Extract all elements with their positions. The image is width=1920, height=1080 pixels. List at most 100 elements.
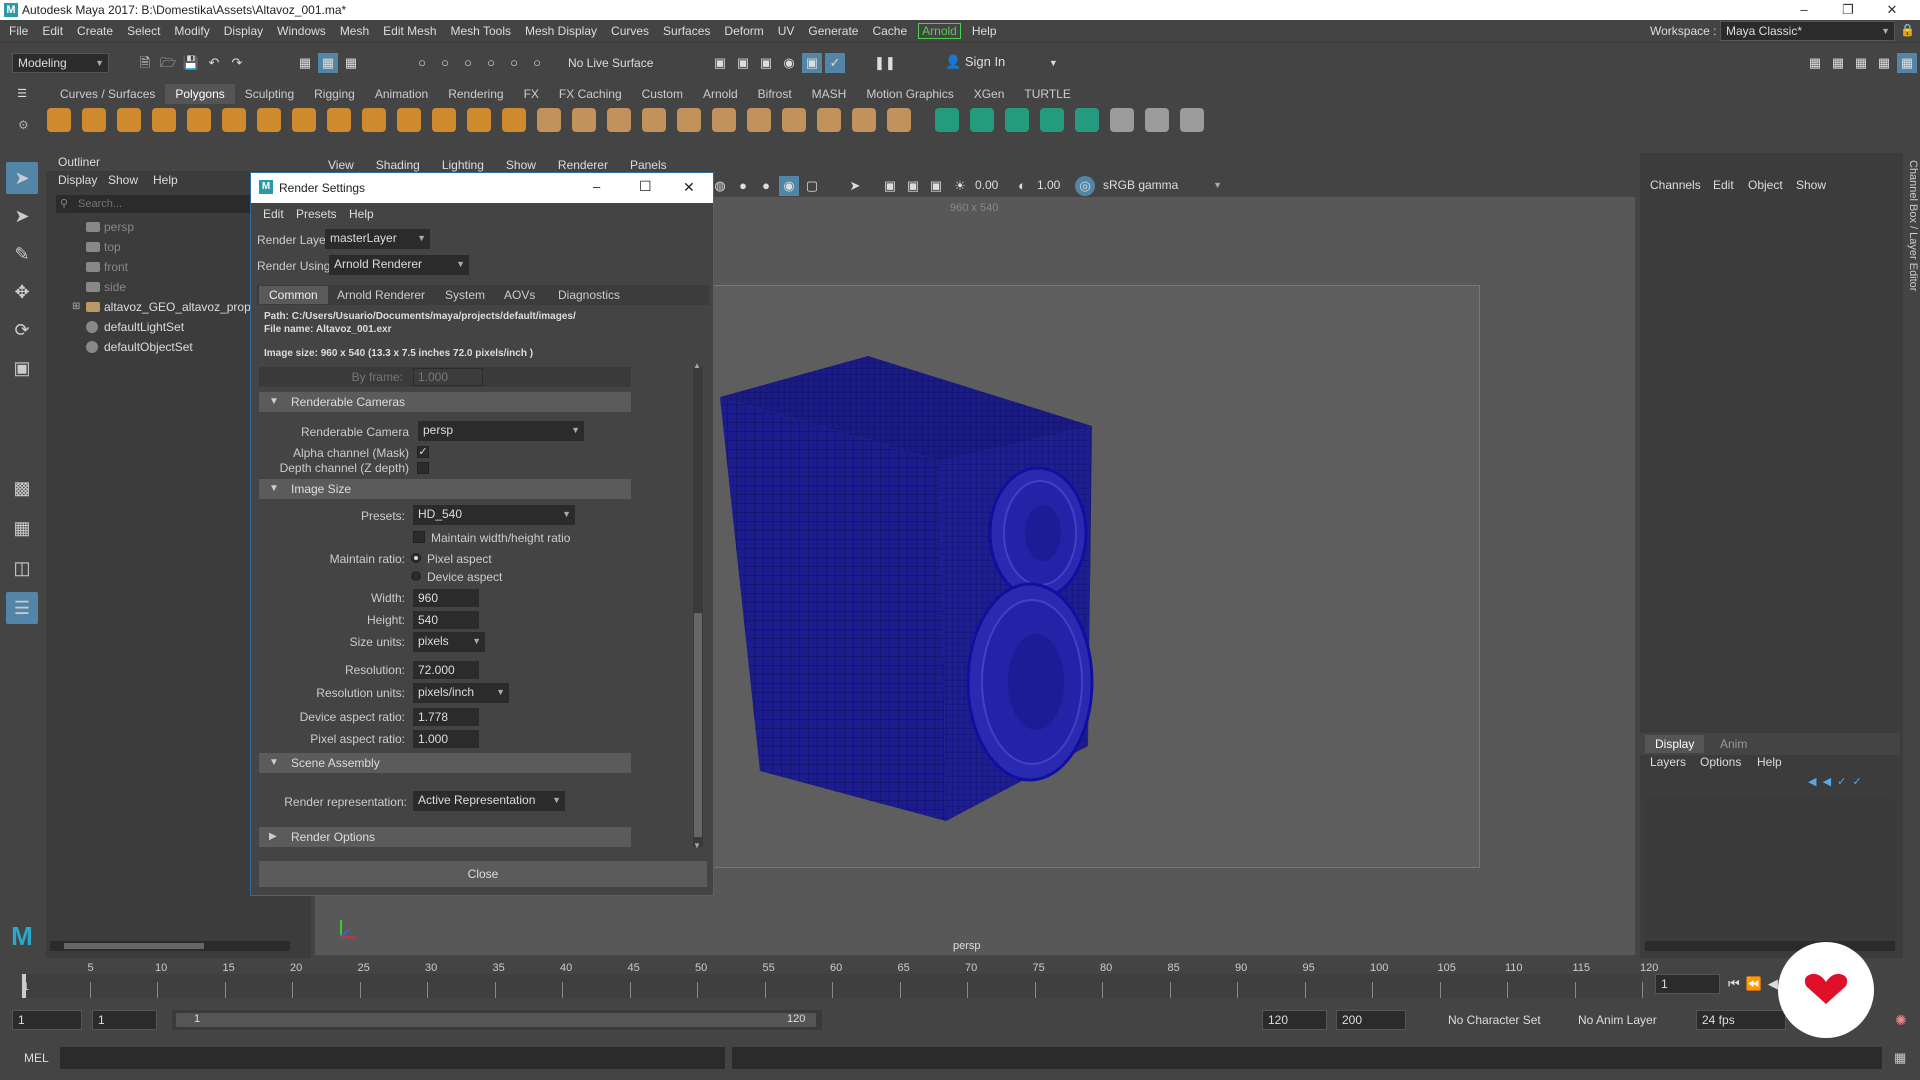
scale-tool-icon[interactable]: ▣ xyxy=(6,352,38,384)
render-settings-icon[interactable]: ◉ xyxy=(779,53,799,73)
two-view-layout-icon[interactable]: ◫ xyxy=(6,552,38,584)
shelf-tab-turtle[interactable]: TURTLE xyxy=(1014,84,1080,104)
modeling-toolkit-icon[interactable]: ▦ xyxy=(1805,53,1825,73)
shelf-tab-xgen[interactable]: XGen xyxy=(964,84,1015,104)
mode-select[interactable]: Modeling ▼ xyxy=(12,53,109,73)
menu-mesh-display[interactable]: Mesh Display xyxy=(518,20,604,42)
ipr-render-icon[interactable]: ▣ xyxy=(756,53,776,73)
fps-select[interactable]: 24 fps xyxy=(1696,1010,1786,1030)
auto-key-icon[interactable]: ✺ xyxy=(1895,1012,1907,1029)
layer-editor-icon[interactable]: ▦ xyxy=(1897,53,1917,73)
undo-icon[interactable]: ↶ xyxy=(204,53,224,73)
section-image-size[interactable]: ▼ Image Size xyxy=(259,479,631,499)
shelf-tab-fx[interactable]: FX xyxy=(514,84,549,104)
extrude-icon[interactable] xyxy=(537,108,561,132)
lasso-tool-icon[interactable]: ➤ xyxy=(6,200,38,232)
object-menu[interactable]: Object xyxy=(1748,178,1783,192)
current-frame-field[interactable]: 1 xyxy=(1655,974,1720,994)
bridge-icon[interactable] xyxy=(572,108,596,132)
anim-layer-select[interactable]: No Anim Layer xyxy=(1578,1013,1657,1027)
gate-mask-icon[interactable]: ▣ xyxy=(903,176,923,196)
snap-live-icon[interactable]: ○ xyxy=(527,53,547,73)
show-menu[interactable]: Show xyxy=(1796,178,1826,192)
poly-cone-icon[interactable] xyxy=(152,108,176,132)
poly-sphere-icon[interactable] xyxy=(47,108,71,132)
tab-aovs[interactable]: AOVs xyxy=(494,286,545,304)
menu-windows[interactable]: Windows xyxy=(270,20,333,42)
shelf-tab-polygons[interactable]: Polygons xyxy=(165,84,235,104)
section-scene-assembly[interactable]: ▼ Scene Assembly xyxy=(259,753,631,773)
command-input[interactable] xyxy=(60,1047,725,1069)
select-hierarchy-icon[interactable]: ▦ xyxy=(295,53,315,73)
mel-label[interactable]: MEL xyxy=(24,1051,49,1065)
channels-menu[interactable]: Channels xyxy=(1650,178,1701,192)
multi-cut-icon[interactable] xyxy=(677,108,701,132)
smooth-shade-icon[interactable]: ● xyxy=(733,176,753,196)
shelf-tab-curves-surfaces[interactable]: Curves / Surfaces xyxy=(50,84,165,104)
merge-icon[interactable] xyxy=(782,108,806,132)
separate-icon[interactable] xyxy=(432,108,456,132)
maintain-wh-ratio-checkbox[interactable] xyxy=(413,531,425,543)
menu-edit[interactable]: Edit xyxy=(35,20,70,42)
poly-cube-icon[interactable] xyxy=(82,108,106,132)
menu-arnold[interactable]: Arnold xyxy=(918,23,961,39)
transfer-icon[interactable] xyxy=(1180,108,1204,132)
shelf-tab-motion-graphics[interactable]: Motion Graphics xyxy=(856,84,963,104)
shelf-tab-rigging[interactable]: Rigging xyxy=(304,84,365,104)
color-management-icon[interactable]: ◎ xyxy=(1075,176,1095,196)
menu-display[interactable]: Display xyxy=(217,20,270,42)
menu-generate[interactable]: Generate xyxy=(801,20,865,42)
four-view-layout-icon[interactable]: ▦ xyxy=(6,512,38,544)
by-frame-field[interactable]: 1.000 xyxy=(413,368,483,386)
live-surface-label[interactable]: No Live Surface xyxy=(568,56,653,70)
tab-system[interactable]: System xyxy=(435,286,495,304)
options-menu[interactable]: Options xyxy=(1700,755,1741,769)
attribute-editor-icon[interactable]: ▦ xyxy=(1828,53,1848,73)
tab-common[interactable]: Common xyxy=(259,286,328,304)
layer-action-icons[interactable]: ◀ ◀ ✓ ✓ xyxy=(1808,775,1862,788)
outliner-search-input[interactable] xyxy=(56,195,256,213)
save-scene-icon[interactable]: 💾 xyxy=(181,53,201,73)
sign-in-button[interactable]: 👤 Sign In ▼ xyxy=(945,54,1058,70)
planar-uv-icon[interactable] xyxy=(1075,108,1099,132)
lock-icon[interactable]: 🔒 xyxy=(1900,23,1915,37)
select-tool-icon[interactable]: ➤ xyxy=(6,162,38,194)
restore-icon[interactable]: ❐ xyxy=(1828,1,1868,19)
render-representation-select[interactable]: Active Representation ▼ xyxy=(413,791,565,811)
workspace-select[interactable]: Maya Classic* ▼ xyxy=(1720,21,1895,41)
bevel-icon[interactable] xyxy=(607,108,631,132)
close-icon[interactable]: ✕ xyxy=(1872,1,1912,19)
quad-draw-icon[interactable] xyxy=(935,108,959,132)
time-slider[interactable]: 1 5 10 15 20 25 30 35 40 45 50 55 60 65 70 75 80 85 90 95 1… xyxy=(0,962,1920,1002)
select-object-icon[interactable]: ▦ xyxy=(318,53,338,73)
channel-box-side-tab[interactable]: Channel Box / Layer Editor xyxy=(1905,160,1919,310)
resolution-gate-icon[interactable]: ▣ xyxy=(926,176,946,196)
fill-hole-icon[interactable] xyxy=(747,108,771,132)
shelf-tab-mash[interactable]: MASH xyxy=(802,84,857,104)
color-space-select[interactable]: sRGB gamma ▼ xyxy=(1098,176,1226,196)
render-frame-icon[interactable]: ▣ xyxy=(733,53,753,73)
menu-help[interactable]: Help xyxy=(965,20,1004,42)
depth-channel-checkbox[interactable] xyxy=(417,462,429,474)
gamma-icon[interactable]: ◐ xyxy=(1012,176,1032,196)
snap-grid-icon[interactable]: ○ xyxy=(412,53,432,73)
dialog-menu-edit[interactable]: Edit xyxy=(263,207,284,221)
append-icon[interactable] xyxy=(712,108,736,132)
smooth-icon[interactable] xyxy=(502,108,526,132)
device-aspect-radio[interactable] xyxy=(411,571,421,581)
uv-editor-icon[interactable] xyxy=(1145,108,1169,132)
menu-surfaces[interactable]: Surfaces xyxy=(656,20,717,42)
tab-arnold-renderer[interactable]: Arnold Renderer xyxy=(327,286,435,304)
arnold-render-view-icon[interactable]: ✓ xyxy=(825,53,845,73)
rotate-tool-icon[interactable]: ⟳ xyxy=(6,314,38,346)
menu-deform[interactable]: Deform xyxy=(717,20,770,42)
collapse-icon[interactable] xyxy=(852,108,876,132)
poly-type-icon[interactable] xyxy=(327,108,351,132)
relax-icon[interactable] xyxy=(1005,108,1029,132)
menu-select[interactable]: Select xyxy=(120,20,167,42)
range-bar[interactable]: 1 120 xyxy=(172,1010,822,1030)
resolution-field[interactable]: 72.000 xyxy=(413,661,479,679)
svg-tool-icon[interactable] xyxy=(362,108,386,132)
section-render-options[interactable]: ▶ Render Options xyxy=(259,827,631,847)
dialog-v-scrollbar[interactable]: ▲ ▼ xyxy=(693,361,703,850)
